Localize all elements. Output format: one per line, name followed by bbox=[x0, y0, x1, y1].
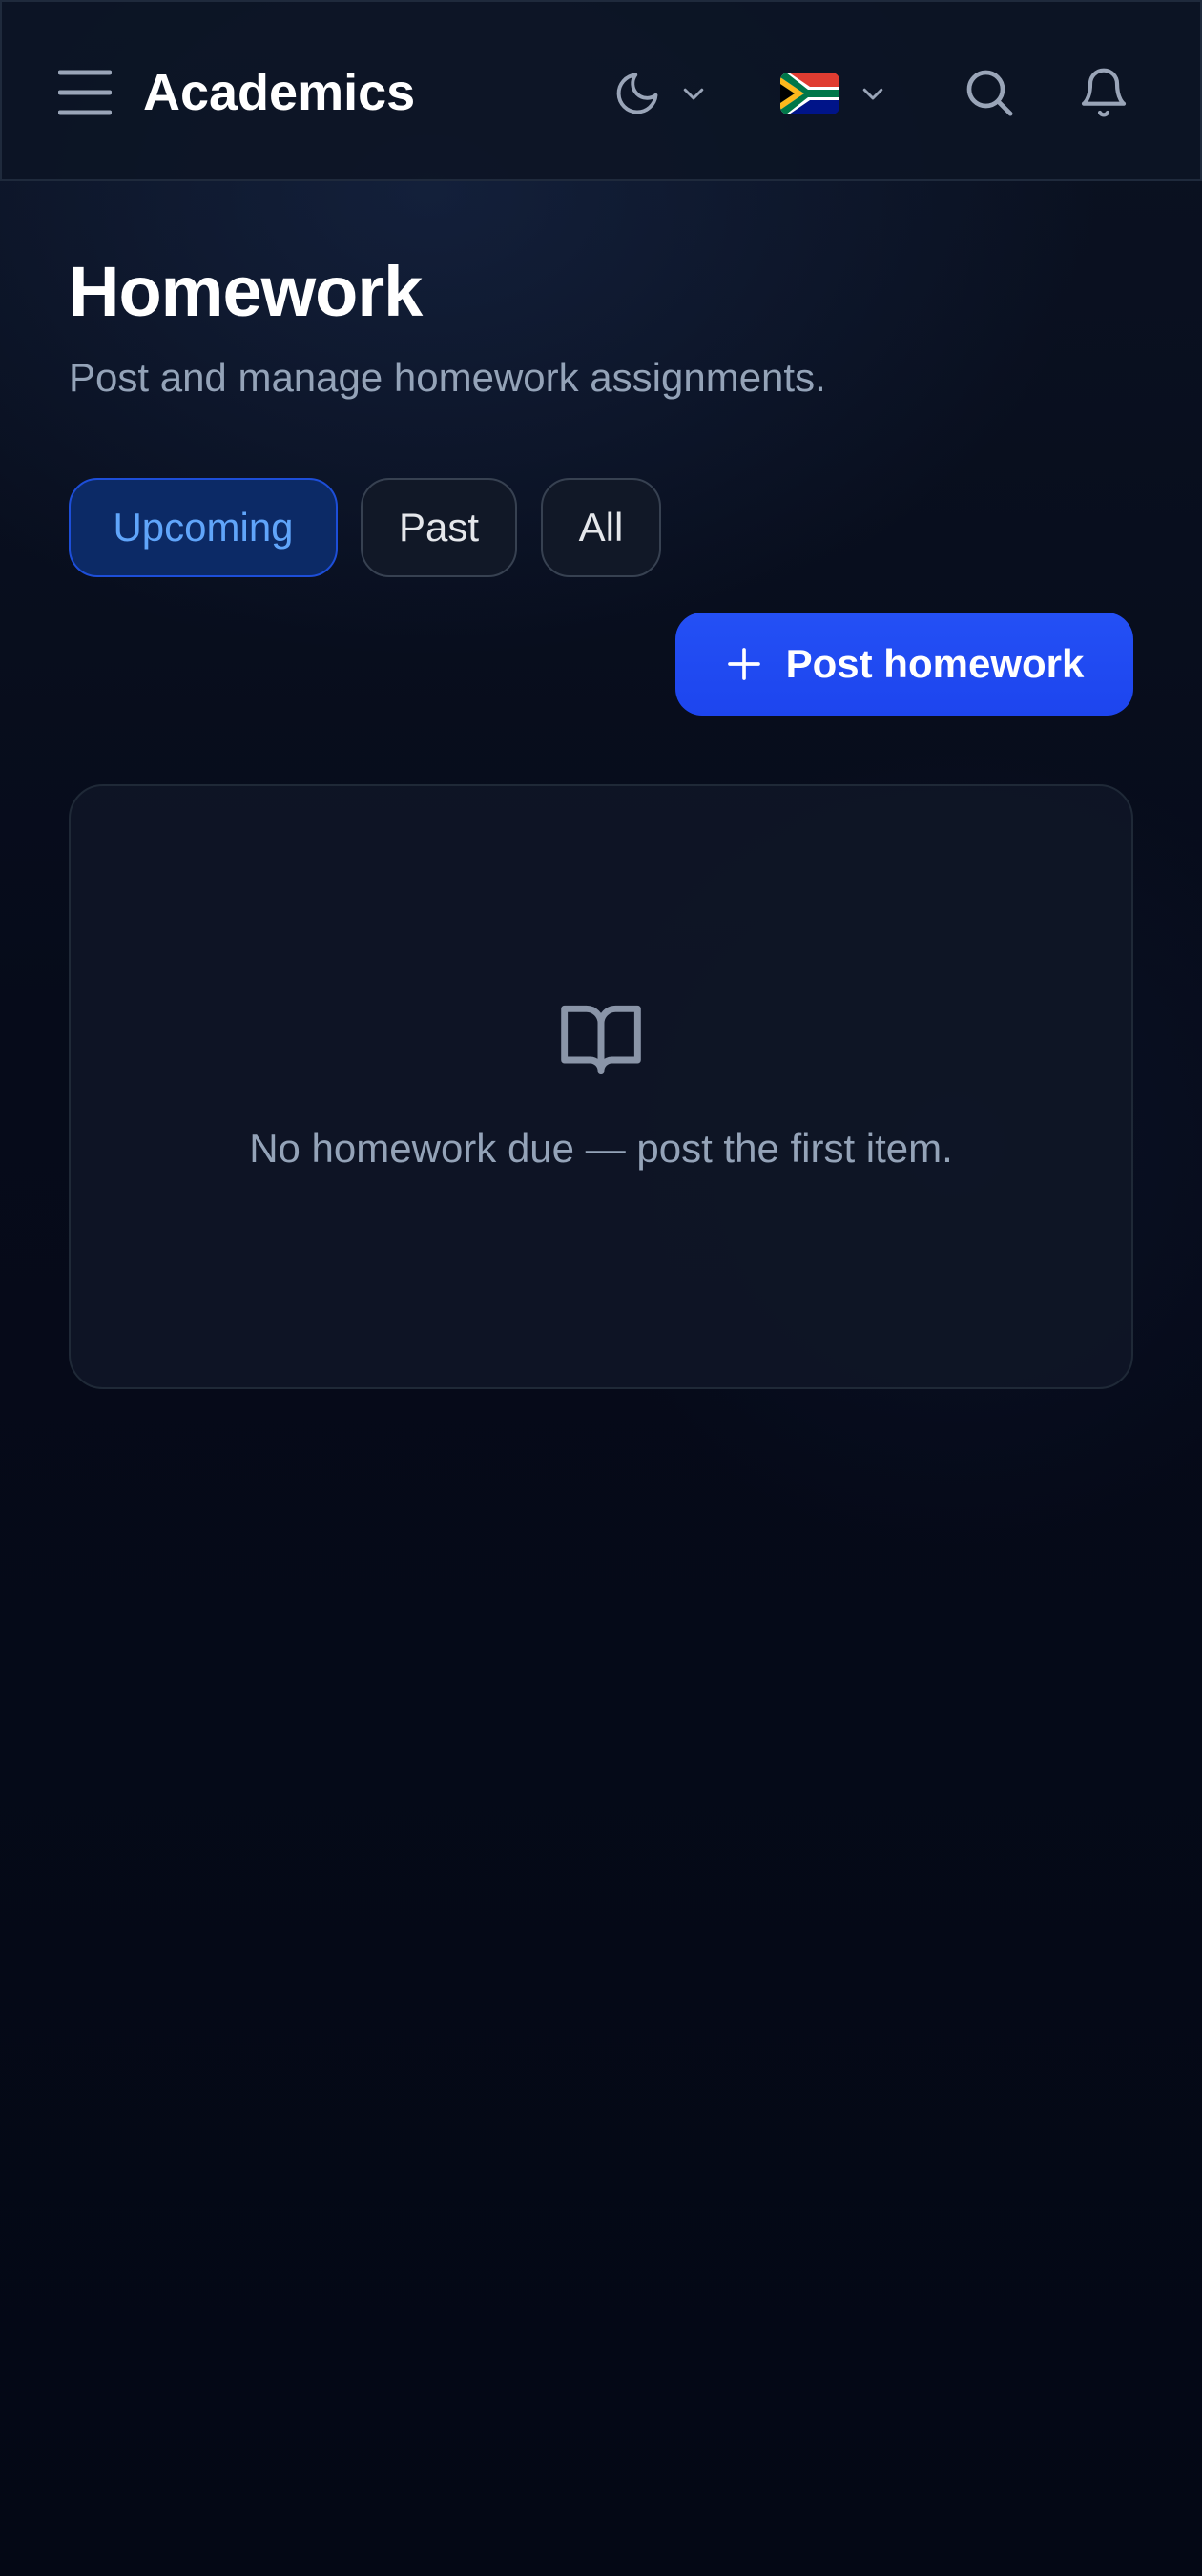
page-title: Homework bbox=[69, 252, 423, 331]
moon-icon bbox=[616, 73, 658, 114]
language-selector[interactable] bbox=[780, 59, 904, 128]
chevron-down-icon bbox=[862, 88, 883, 100]
menu-icon bbox=[58, 70, 112, 115]
tab-all[interactable]: All bbox=[541, 478, 661, 577]
top-app-bar: Academics bbox=[0, 0, 1202, 181]
empty-state-message: No homework due — post the first item. bbox=[249, 1126, 953, 1171]
theme-toggle-button[interactable] bbox=[612, 59, 727, 128]
notifications-button[interactable] bbox=[1068, 57, 1139, 128]
empty-state-card: No homework due — post the first item. bbox=[69, 784, 1133, 1389]
post-homework-label: Post homework bbox=[785, 641, 1085, 686]
page-subtitle: Post and manage homework assignments. bbox=[69, 355, 826, 400]
bell-icon bbox=[1081, 68, 1127, 117]
book-open-icon bbox=[561, 1005, 641, 1074]
search-button[interactable] bbox=[954, 57, 1025, 128]
menu-button[interactable] bbox=[50, 61, 120, 124]
tab-past[interactable]: Past bbox=[361, 478, 517, 577]
plus-icon bbox=[727, 648, 760, 680]
post-homework-button[interactable]: Post homework bbox=[675, 613, 1133, 716]
search-icon bbox=[966, 70, 1013, 116]
chevron-down-icon bbox=[683, 88, 704, 100]
south-africa-flag-icon bbox=[780, 73, 839, 114]
tab-upcoming[interactable]: Upcoming bbox=[69, 478, 338, 577]
app-title: Academics bbox=[143, 64, 416, 121]
